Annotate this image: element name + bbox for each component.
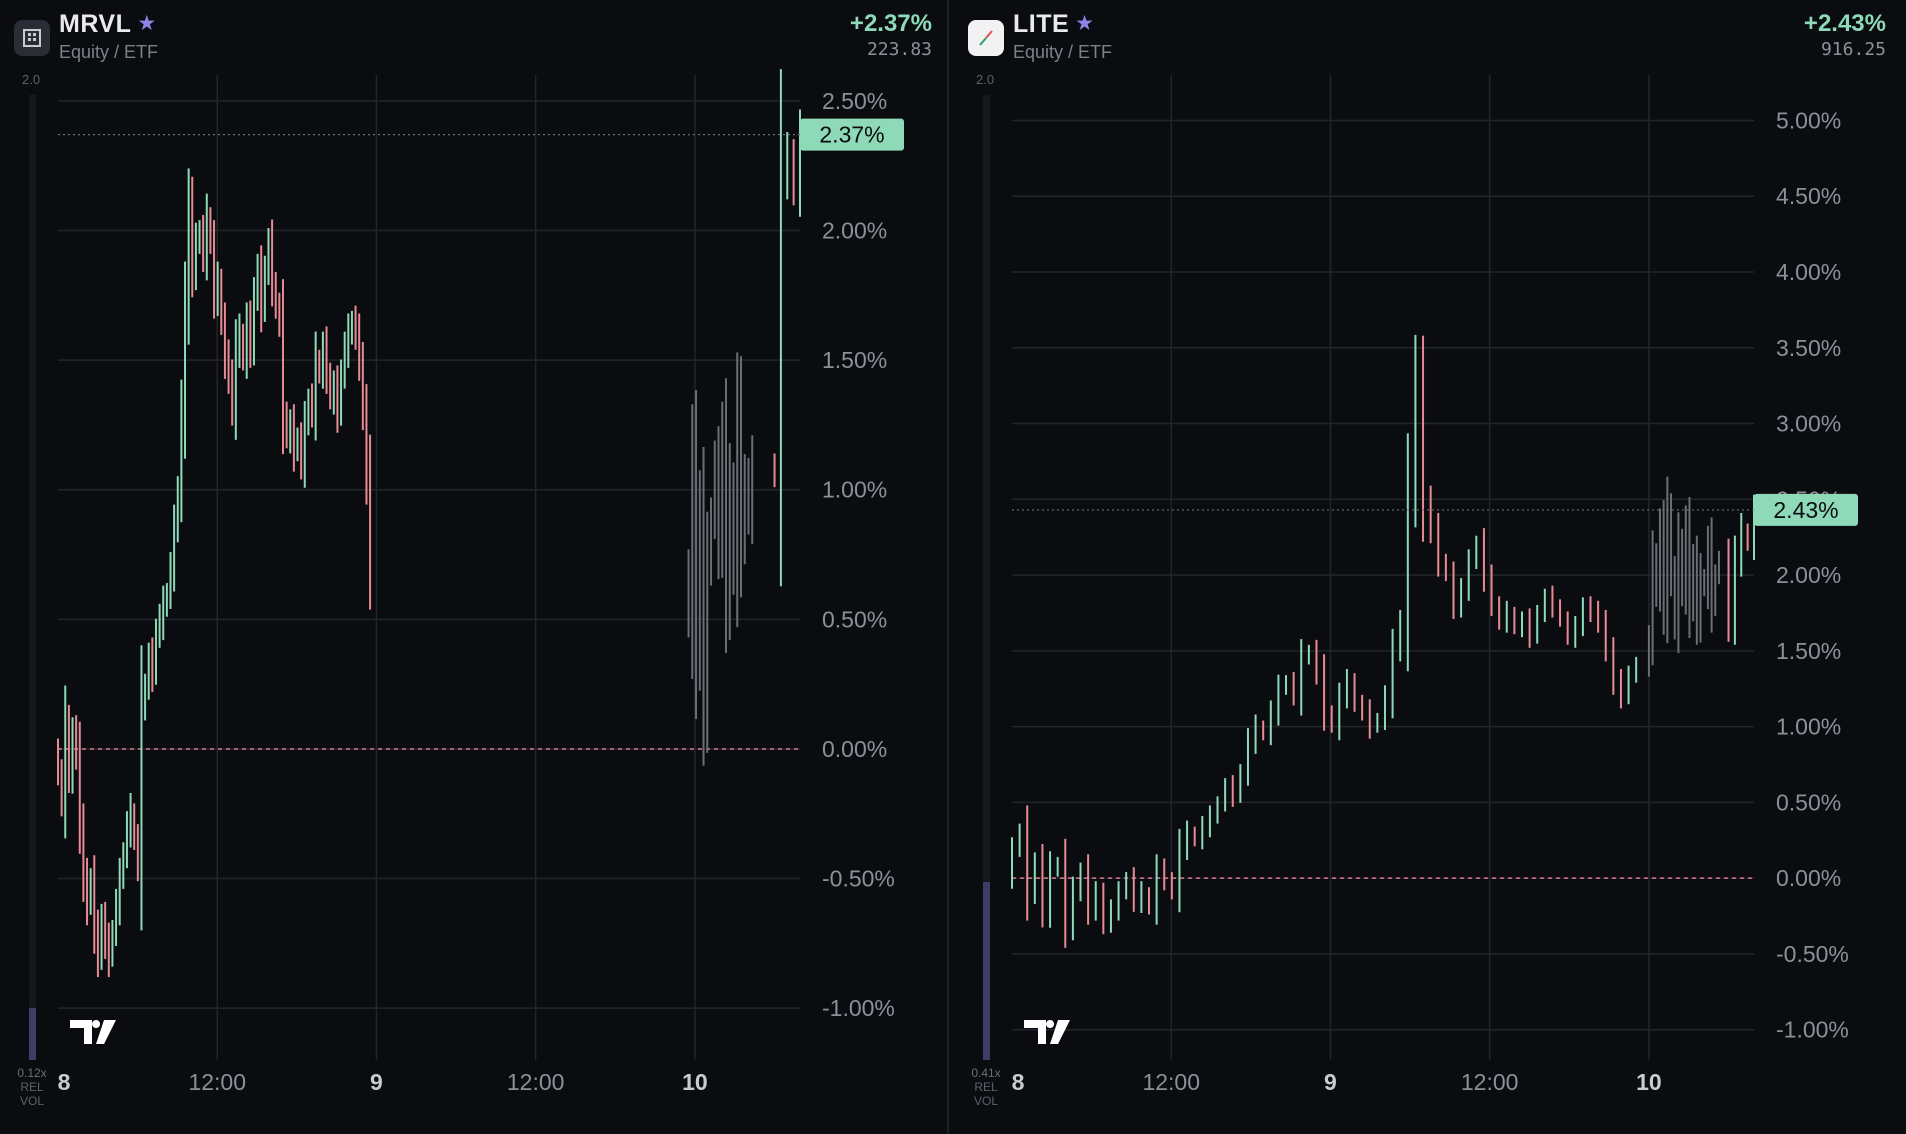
y-tick-label: 0.50%: [822, 606, 887, 632]
y-tick-label: 2.00%: [822, 218, 887, 244]
x-tick-label: 8: [58, 1069, 71, 1095]
x-tick-label: 12:00: [507, 1069, 565, 1095]
volume-track: [29, 95, 36, 1060]
x-tick-label: 8: [1012, 1069, 1025, 1095]
price-chart[interactable]: 8 12:00 9 12:00 10 5.00% 4.50% 4.00% 3.50% 3.00% 2…: [954, 0, 1906, 1134]
y-tick-label: 0.50%: [1776, 789, 1841, 815]
volume-bar: [983, 881, 990, 1060]
y-tick-label: 3.00%: [1776, 411, 1841, 437]
last-price-badge-label: 2.37%: [819, 122, 884, 148]
y-tick-label: 3.50%: [1776, 335, 1841, 361]
y-tick-label: 5.00%: [1776, 107, 1841, 133]
y-tick-label: 0.00%: [822, 736, 887, 762]
chart-panel-lite[interactable]: LITE ★ Equity / ETF +2.43% 916.25 2.0 0.4…: [954, 0, 1906, 1134]
y-tick-label: -0.50%: [1776, 941, 1849, 967]
y-tick-label: 4.50%: [1776, 183, 1841, 209]
x-tick-label: 10: [1636, 1069, 1662, 1095]
y-tick-label: -1.00%: [822, 995, 895, 1021]
price-chart[interactable]: 8 12:00 9 12:00 10 2.50% 2.00% 1.50% 1.00% 0.50% 0…: [0, 0, 952, 1134]
x-tick-label: 10: [682, 1069, 708, 1095]
volume-bar: [29, 1007, 36, 1060]
y-tick-label: 0.00%: [1776, 865, 1841, 891]
x-tick-label: 12:00: [188, 1069, 246, 1095]
y-tick-label: 4.00%: [1776, 259, 1841, 285]
y-tick-label: 1.00%: [1776, 714, 1841, 740]
y-tick-label: 1.50%: [1776, 638, 1841, 664]
y-tick-label: -0.50%: [822, 866, 895, 892]
y-tick-label: 2.50%: [822, 88, 887, 114]
y-tick-label: 1.00%: [822, 477, 887, 503]
last-price-badge-label: 2.43%: [1773, 497, 1838, 523]
tradingview-logo-icon: [70, 1020, 116, 1044]
panel-divider[interactable]: [947, 0, 949, 1134]
chart-panel-mrvl[interactable]: MRVL ★ Equity / ETF +2.37% 223.83 2.0 0.1…: [0, 0, 952, 1134]
x-tick-label: 12:00: [1142, 1069, 1200, 1095]
y-tick-label: -1.00%: [1776, 1017, 1849, 1043]
y-tick-label: 1.50%: [822, 347, 887, 373]
x-tick-label: 9: [1324, 1069, 1337, 1095]
x-tick-label: 9: [370, 1069, 383, 1095]
y-tick-label: 2.00%: [1776, 562, 1841, 588]
x-tick-label: 12:00: [1461, 1069, 1519, 1095]
tradingview-logo-icon: [1024, 1020, 1070, 1044]
